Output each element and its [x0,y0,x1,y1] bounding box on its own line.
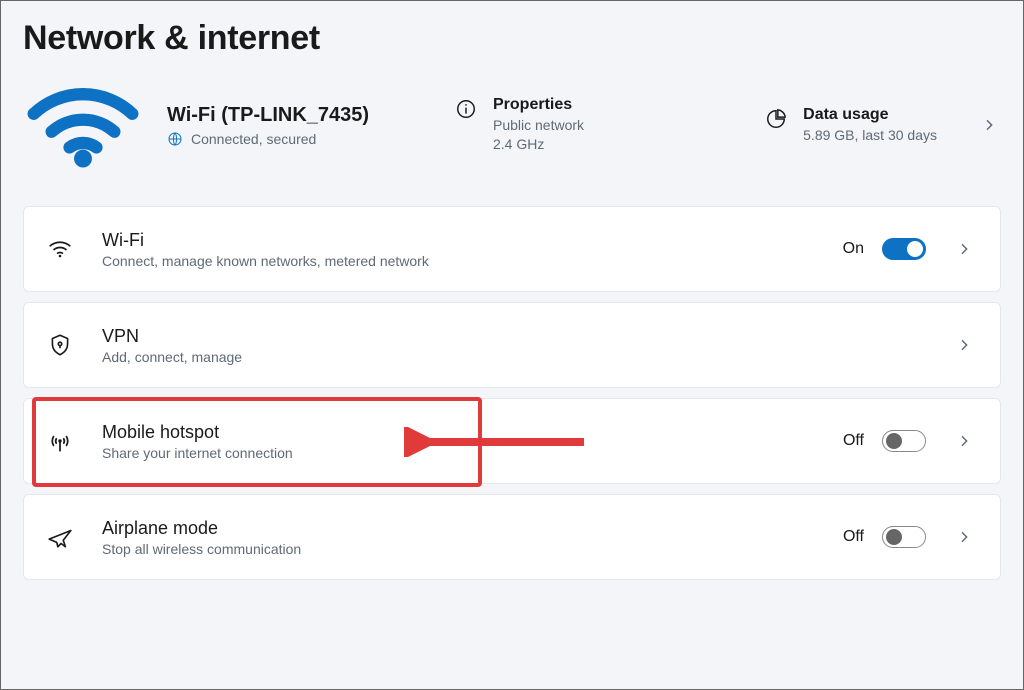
data-usage-button[interactable]: Data usage 5.89 GB, last 30 days [765,106,937,145]
chevron-right-icon[interactable] [956,241,972,257]
info-icon [455,98,477,120]
chevron-right-icon[interactable] [956,337,972,353]
airplane-title: Airplane mode [102,518,843,539]
airplane-icon [44,521,76,553]
properties-label: Properties [493,96,584,114]
wifi-toggle[interactable] [882,238,926,260]
hotspot-title: Mobile hotspot [102,422,843,443]
connection-status: Connected, secured [191,131,316,147]
data-usage-line1: 5.89 GB, last 30 days [803,126,937,145]
page-title: Network & internet [23,19,1001,58]
network-status-row: Wi-Fi (TP-LINK_7435) Connected, secured … [23,80,1001,170]
wifi-icon [44,233,76,265]
chevron-right-icon[interactable] [981,117,997,133]
wifi-signal-icon [27,80,139,170]
wifi-state-label: On [843,240,864,258]
airplane-mode-setting-item[interactable]: Airplane mode Stop all wireless communic… [23,494,1001,580]
shield-lock-icon [44,329,76,361]
airplane-state-label: Off [843,528,864,546]
connection-block: Wi-Fi (TP-LINK_7435) Connected, secured [167,104,427,147]
wifi-setting-item[interactable]: Wi-Fi Connect, manage known networks, me… [23,206,1001,292]
hotspot-subtitle: Share your internet connection [102,445,843,461]
globe-icon [167,131,183,147]
vpn-setting-item[interactable]: VPN Add, connect, manage [23,302,1001,388]
hotspot-toggle[interactable] [882,430,926,452]
wifi-subtitle: Connect, manage known networks, metered … [102,253,843,269]
hotspot-icon [44,425,76,457]
airplane-toggle[interactable] [882,526,926,548]
hotspot-state-label: Off [843,432,864,450]
pie-chart-icon [765,108,787,130]
properties-line2: 2.4 GHz [493,135,584,154]
data-usage-label: Data usage [803,106,937,124]
vpn-subtitle: Add, connect, manage [102,349,944,365]
properties-button[interactable]: Properties Public network 2.4 GHz [455,96,584,154]
chevron-right-icon[interactable] [956,433,972,449]
connection-name: Wi-Fi (TP-LINK_7435) [167,104,427,127]
properties-line1: Public network [493,116,584,135]
vpn-title: VPN [102,326,944,347]
airplane-subtitle: Stop all wireless communication [102,541,843,557]
wifi-title: Wi-Fi [102,230,843,251]
chevron-right-icon[interactable] [956,529,972,545]
mobile-hotspot-setting-item[interactable]: Mobile hotspot Share your internet conne… [23,398,1001,484]
